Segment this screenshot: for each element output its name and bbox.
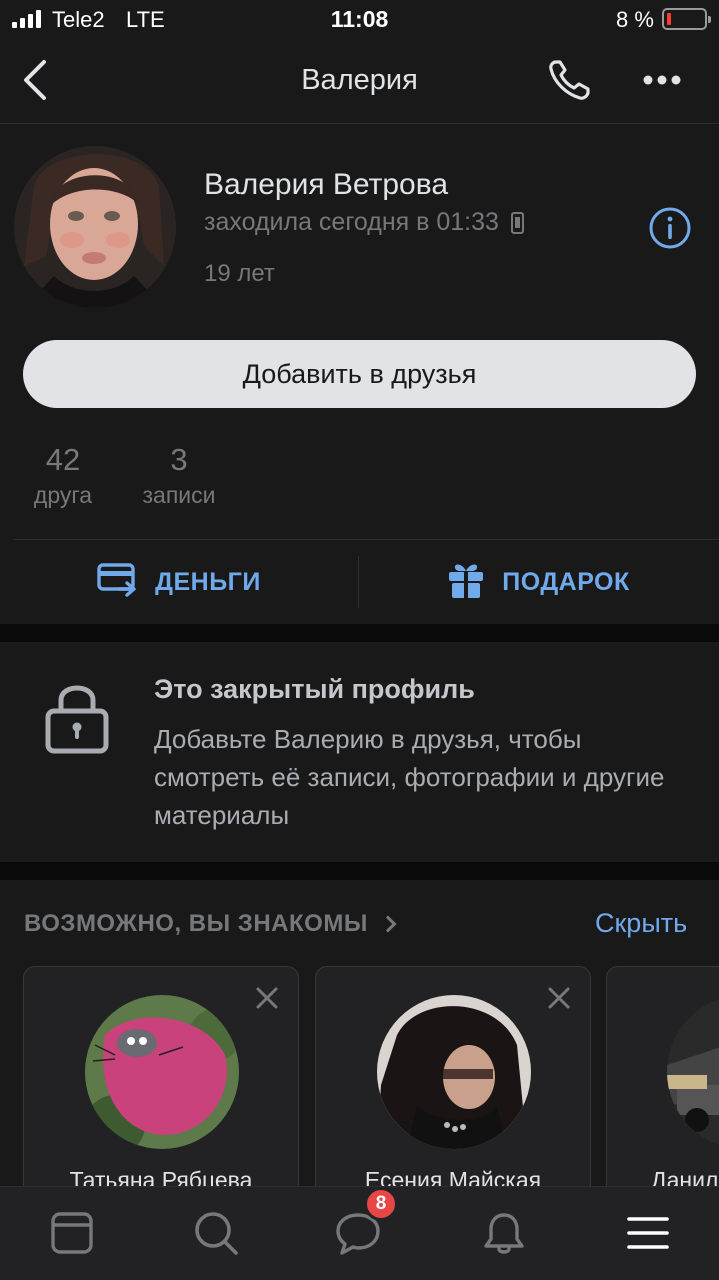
posts-counter[interactable]: 3 записи <box>134 442 224 509</box>
close-icon[interactable] <box>254 985 280 1011</box>
clock: 11:08 <box>330 6 389 32</box>
profile-name: Валерия Ветрова <box>204 168 448 201</box>
page-title: Валерия <box>301 64 418 96</box>
mobile-device-icon <box>510 211 524 234</box>
posts-label: записи <box>142 482 216 508</box>
tab-bar: 8 <box>0 1186 719 1280</box>
last-seen-text: заходила сегодня в 01:33 <box>204 208 499 236</box>
battery-percent: 8 % <box>616 7 654 32</box>
notifications-icon[interactable] <box>480 1209 528 1257</box>
navigation-bar: Валерия <box>0 40 719 124</box>
profile-age: 19 лет <box>204 260 275 287</box>
hide-suggestions-link[interactable]: Скрыть <box>595 908 687 939</box>
menu-icon[interactable] <box>624 1209 672 1257</box>
friends-count: 42 <box>45 442 81 477</box>
suggestion-avatar[interactable] <box>667 995 719 1149</box>
close-icon[interactable] <box>546 985 572 1011</box>
friends-counter[interactable]: 42 друга <box>26 442 100 509</box>
closed-profile-notice: Это закрытый профиль Добавьте Валерию в … <box>0 642 719 862</box>
unread-messages-badge: 8 <box>364 1187 398 1221</box>
money-label: ДЕНЬГИ <box>155 567 261 596</box>
suggestions-title: ВОЗМОЖНО, ВЫ ЗНАКОМЫ <box>24 910 368 937</box>
battery-icon <box>662 8 711 30</box>
status-bar: Tele2 LTE 11:08 8 % <box>0 0 719 40</box>
gift-label: ПОДАРОК <box>502 567 630 596</box>
money-transfer-icon <box>97 561 137 604</box>
suggestion-avatar[interactable] <box>377 995 531 1149</box>
closed-profile-title: Это закрытый профиль <box>154 674 475 704</box>
suggestions-header[interactable]: ВОЗМОЖНО, ВЫ ЗНАКОМЫ <box>24 910 397 938</box>
posts-count: 3 <box>170 442 188 477</box>
lock-icon <box>44 680 110 754</box>
last-seen-status: заходила сегодня в 01:33 <box>204 208 524 237</box>
news-icon[interactable] <box>48 1209 96 1257</box>
money-button[interactable]: ДЕНЬГИ <box>0 540 358 624</box>
gift-icon <box>448 561 484 604</box>
call-icon[interactable] <box>546 56 594 104</box>
suggestion-avatar[interactable] <box>85 995 239 1149</box>
gift-button[interactable]: ПОДАРОК <box>359 540 719 624</box>
more-icon[interactable] <box>640 66 684 94</box>
add-friend-button[interactable]: Добавить в друзья <box>23 340 696 408</box>
info-icon[interactable] <box>648 206 692 250</box>
profile-avatar[interactable] <box>14 146 176 308</box>
chevron-right-icon <box>379 915 397 933</box>
profile-card: Валерия Ветрова заходила сегодня в 01:33… <box>0 124 719 624</box>
closed-profile-text: Добавьте Валерию в друзья, чтобы смотрет… <box>154 724 665 830</box>
search-icon[interactable] <box>192 1209 240 1257</box>
friends-label: друга <box>33 482 93 508</box>
